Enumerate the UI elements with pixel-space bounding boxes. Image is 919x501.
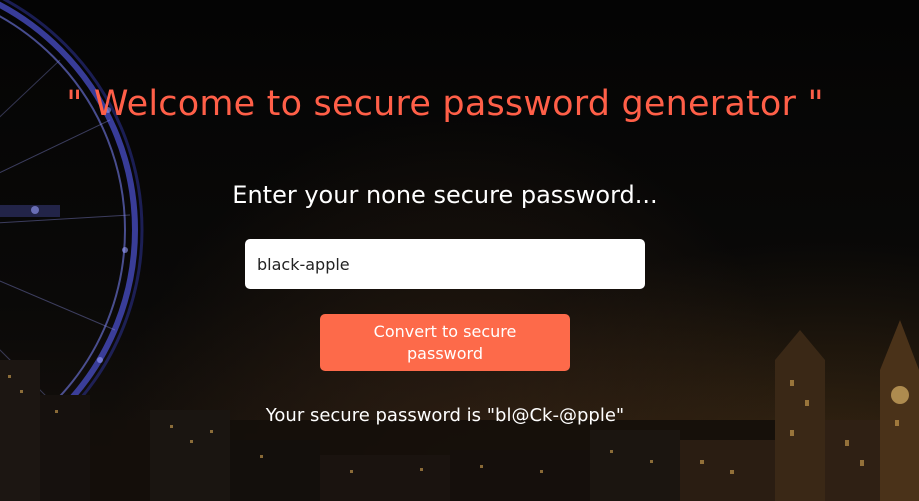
secure-password-result: Your secure password is "bl@Ck-@pple" [265,405,625,426]
password-input[interactable] [245,239,645,289]
password-prompt-label: Enter your none secure password... [232,181,658,209]
page: " Welcome to secure password generator "… [0,0,919,501]
page-title: " Welcome to secure password generator " [66,84,824,124]
convert-button[interactable]: Convert to secure password [320,314,570,371]
